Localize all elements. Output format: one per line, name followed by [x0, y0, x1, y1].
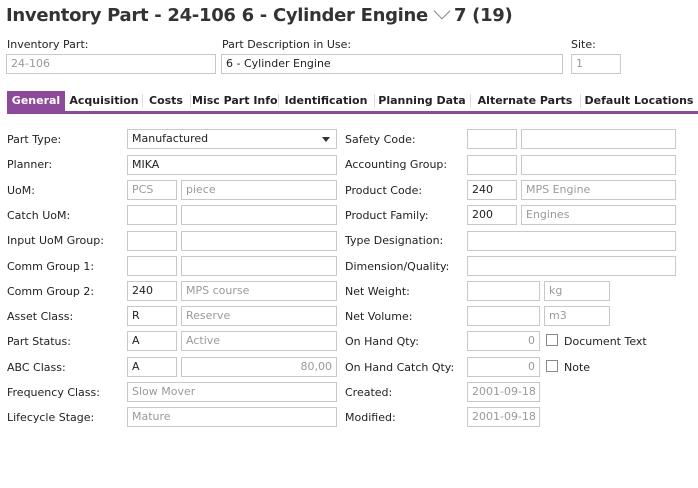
tab-divider	[374, 94, 375, 108]
on-hand-qty-field[interactable]: 0	[467, 331, 540, 351]
accounting-group-field[interactable]	[467, 155, 517, 175]
uom-label: UoM:	[7, 184, 35, 197]
page-title: Inventory Part - 24-106 6 - Cylinder Eng…	[6, 2, 513, 26]
product-code-label: Product Code:	[345, 184, 423, 197]
net-weight-unit-field[interactable]: kg	[544, 281, 610, 301]
net-volume-label: Net Volume:	[345, 310, 413, 323]
tab-divider	[278, 94, 279, 108]
on-hand-qty-label: On Hand Qty:	[345, 335, 419, 348]
tab-acquisition[interactable]: Acquisition	[68, 91, 140, 111]
document-text-checkbox[interactable]	[546, 334, 558, 346]
tab-costs[interactable]: Costs	[144, 91, 188, 111]
tab-general[interactable]: General	[7, 91, 65, 111]
comm-group1-code-field[interactable]	[127, 256, 177, 276]
tab-planning-data[interactable]: Planning Data	[376, 91, 468, 111]
net-volume-field[interactable]	[467, 306, 540, 326]
safety-code-field[interactable]	[467, 129, 517, 149]
tab-divider	[142, 94, 143, 108]
abc-class-value-field[interactable]: 80,00	[181, 357, 337, 377]
inventory-part-field[interactable]: 24-106	[6, 54, 216, 74]
product-family-field[interactable]: 200	[467, 205, 517, 225]
product-code-description-field[interactable]: MPS Engine	[521, 180, 676, 200]
title-text: Inventory Part - 24-106 6 - Cylinder Eng…	[6, 5, 428, 26]
uom-code-field[interactable]: PCS	[127, 180, 177, 200]
part-status-code-field[interactable]: A	[127, 331, 177, 351]
input-uom-group-code-field[interactable]	[127, 231, 177, 251]
part-status-label: Part Status:	[7, 335, 71, 348]
net-volume-unit-field[interactable]: m3	[544, 306, 610, 326]
tab-divider	[470, 94, 471, 108]
product-family-description-field[interactable]: Engines	[521, 205, 676, 225]
on-hand-catch-qty-label: On Hand Catch Qty:	[345, 361, 455, 374]
site-label: Site:	[571, 38, 596, 51]
frequency-class-field[interactable]: Slow Mover	[127, 382, 337, 402]
asset-class-label: Asset Class:	[7, 310, 74, 323]
frequency-class-label: Frequency Class:	[7, 386, 100, 399]
comm-group2-description-field[interactable]: MPS course	[181, 281, 337, 301]
lifecycle-stage-field[interactable]: Mature	[127, 407, 337, 427]
product-code-field[interactable]: 240	[467, 180, 517, 200]
catch-uom-label: Catch UoM:	[7, 209, 71, 222]
catch-uom-description-field[interactable]	[181, 205, 337, 225]
tab-identification[interactable]: Identification	[280, 91, 372, 111]
product-family-label: Product Family:	[345, 209, 429, 222]
net-weight-field[interactable]	[467, 281, 540, 301]
type-designation-label: Type Designation:	[345, 234, 444, 247]
created-field[interactable]: 2001-09-18	[467, 382, 540, 402]
part-description-field[interactable]: 6 - Cylinder Engine	[221, 54, 563, 74]
modified-label: Modified:	[345, 411, 396, 424]
comm-group1-label: Comm Group 1:	[7, 260, 95, 273]
comm-group2-label: Comm Group 2:	[7, 285, 95, 298]
tab-divider	[190, 94, 191, 108]
part-type-value: Manufactured	[132, 132, 209, 145]
input-uom-group-description-field[interactable]	[181, 231, 337, 251]
type-designation-field[interactable]	[467, 231, 676, 251]
part-type-label: Part Type:	[7, 133, 62, 146]
uom-description-field[interactable]: piece	[181, 180, 337, 200]
comm-group1-description-field[interactable]	[181, 256, 337, 276]
part-description-label: Part Description in Use:	[222, 38, 352, 51]
abc-class-code-field[interactable]: A	[127, 357, 177, 377]
tab-misc-part-info[interactable]: Misc Part Info	[192, 91, 278, 111]
planner-field[interactable]: MIKA	[127, 155, 337, 175]
dropdown-arrow-icon	[322, 137, 330, 142]
tab-bar: General Acquisition Costs Misc Part Info…	[7, 91, 698, 114]
safety-code-description-field[interactable]	[521, 129, 676, 149]
dimension-quality-label: Dimension/Quality:	[345, 260, 450, 273]
accounting-group-label: Accounting Group:	[345, 158, 448, 171]
planner-label: Planner:	[7, 158, 53, 171]
catch-uom-code-field[interactable]	[127, 205, 177, 225]
asset-class-code-field[interactable]: R	[127, 306, 177, 326]
asset-class-description-field[interactable]: Reserve	[181, 306, 337, 326]
comm-group2-code-field[interactable]: 240	[127, 281, 177, 301]
site-field[interactable]: 1	[571, 54, 621, 74]
created-label: Created:	[345, 386, 393, 399]
modified-field[interactable]: 2001-09-18	[467, 407, 540, 427]
tab-divider	[580, 94, 581, 108]
net-weight-label: Net Weight:	[345, 285, 410, 298]
document-text-label: Document Text	[564, 335, 647, 348]
abc-class-label: ABC Class:	[7, 361, 66, 374]
input-uom-group-label: Input UoM Group:	[7, 234, 104, 247]
chevron-down-icon[interactable]	[433, 2, 451, 20]
tab-default-locations[interactable]: Default Locations	[582, 91, 696, 111]
dimension-quality-field[interactable]	[467, 256, 676, 276]
record-counter[interactable]: 7 (19)	[454, 5, 513, 26]
safety-code-label: Safety Code:	[345, 133, 416, 146]
note-label: Note	[564, 361, 591, 374]
part-status-description-field[interactable]: Active	[181, 331, 337, 351]
tab-alternate-parts[interactable]: Alternate Parts	[472, 91, 578, 111]
inventory-part-label: Inventory Part:	[7, 38, 89, 51]
accounting-group-description-field[interactable]	[521, 155, 676, 175]
note-checkbox[interactable]	[546, 360, 558, 372]
lifecycle-stage-label: Lifecycle Stage:	[7, 411, 95, 424]
on-hand-catch-qty-field[interactable]: 0	[467, 357, 540, 377]
part-type-select[interactable]: Manufactured	[127, 129, 337, 149]
